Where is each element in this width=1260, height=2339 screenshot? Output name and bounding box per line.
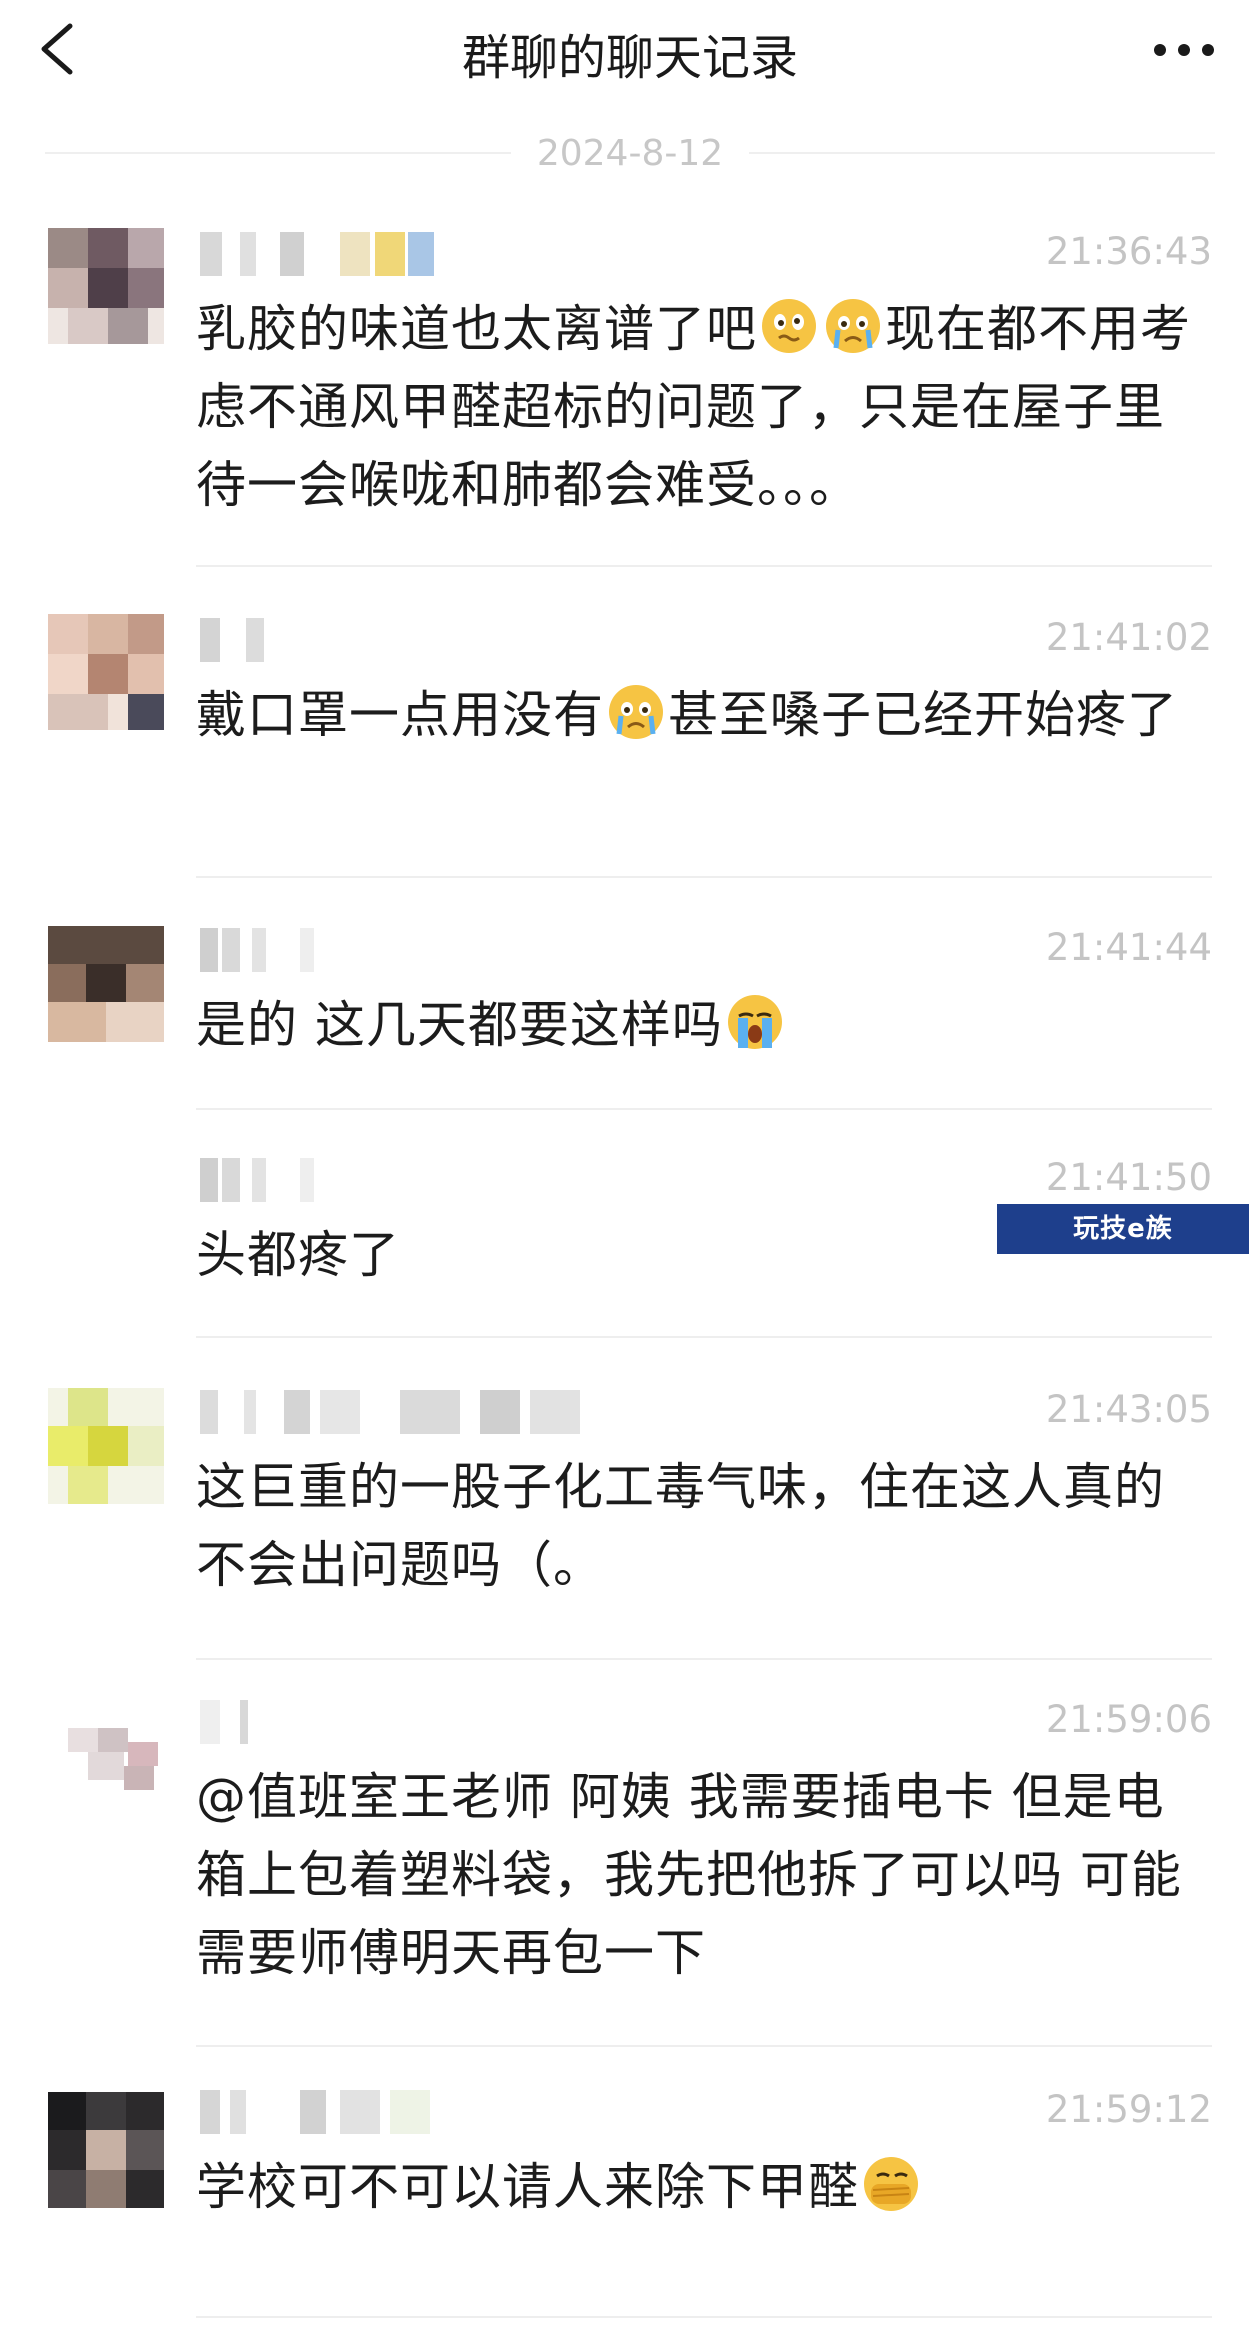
message-text[interactable]: 学校可不可以请人来除下甲醛 <box>196 2148 1212 2226</box>
sender-name-blurred <box>200 618 720 666</box>
message-text[interactable]: 戴口罩一点用没有 甚至嗓子已经开始疼了 <box>196 676 1212 754</box>
sender-name-blurred <box>200 1700 720 1748</box>
avatar[interactable] <box>48 1698 164 1814</box>
message-separator <box>196 2045 1212 2047</box>
avatar[interactable] <box>48 926 164 1042</box>
message-time: 21:36:43 <box>1045 230 1212 273</box>
avatar-blurred-image <box>48 926 164 1042</box>
message-separator <box>196 1336 1212 1338</box>
message-separator <box>196 565 1212 567</box>
chevron-left-icon <box>41 23 73 75</box>
date-divider: 2024-8-12 <box>0 133 1260 174</box>
loudly-crying-face-icon <box>727 995 782 1049</box>
avatar-blurred-image <box>48 228 164 344</box>
page-title: 群聊的聊天记录 <box>461 30 798 86</box>
avatar[interactable] <box>48 228 164 344</box>
avatar-blurred-image <box>48 1698 164 1814</box>
avatar[interactable] <box>48 1388 164 1504</box>
top-bar: 群聊的聊天记录 <box>0 0 1260 100</box>
message-time: 21:59:06 <box>1045 1698 1212 1741</box>
message-time: 21:43:05 <box>1045 1388 1212 1431</box>
face-palm-icon <box>864 2157 918 2211</box>
message-separator <box>196 876 1212 878</box>
message-item: 21:59:12 学校可不可以请人来除下甲醛 <box>0 2080 1260 2339</box>
watermark-text: 玩技e族 <box>1073 1214 1173 1244</box>
message-time: 21:59:12 <box>1045 2088 1212 2131</box>
message-text[interactable]: 是的 这几天都要这样吗 <box>196 986 1212 1064</box>
message-separator <box>196 1658 1212 1660</box>
message-text[interactable]: 这巨重的一股子化工毒气味，住在这人真的不会出问题吗（。 <box>196 1448 1212 1604</box>
message-item: 21:41:44 是的 这几天都要这样吗 <box>0 918 1260 1128</box>
watermark-badge: 玩技e族 <box>997 1204 1249 1254</box>
avatar[interactable] <box>48 2092 164 2208</box>
date-label: 2024-8-12 <box>510 133 750 174</box>
message-time: 21:41:02 <box>1045 616 1212 659</box>
sender-name-blurred <box>200 2090 720 2138</box>
sender-name-blurred <box>200 928 720 976</box>
crying-face-icon <box>826 299 880 353</box>
back-button[interactable] <box>30 14 90 84</box>
message-time: 21:41:50 <box>1045 1156 1212 1199</box>
message-time: 21:41:44 <box>1045 926 1212 969</box>
avatar-blurred-image <box>48 614 164 730</box>
message-separator <box>196 1108 1212 1110</box>
avatar-blurred-image <box>48 1388 164 1504</box>
more-button[interactable] <box>1144 20 1224 80</box>
woozy-face-icon <box>762 299 816 353</box>
message-separator <box>196 2316 1212 2318</box>
sender-name-blurred <box>200 232 720 280</box>
message-text[interactable]: @值班室王老师 阿姨 我需要插电卡 但是电箱上包着塑料袋，我先把他拆了可以吗 可… <box>196 1758 1212 1992</box>
message-item: 21:59:06 @值班室王老师 阿姨 我需要插电卡 但是电箱上包着塑料袋，我先… <box>0 1690 1260 2070</box>
message-item: 21:36:43 乳胶的味道也太离谱了吧 现在都不用考虑不通风甲醛超标的问题了，只… <box>0 222 1260 567</box>
avatar-blurred-image <box>48 2092 164 2208</box>
message-text[interactable]: 乳胶的味道也太离谱了吧 现在都不用考虑不通风甲醛超标的问题了，只是在屋子里待一会喉… <box>196 290 1212 524</box>
crying-face-icon <box>609 685 663 739</box>
sender-name-blurred <box>200 1390 800 1438</box>
sender-name-blurred <box>200 1158 720 1206</box>
avatar[interactable] <box>48 614 164 730</box>
message-item: 21:41:02 戴口罩一点用没有 甚至嗓子已经开始疼了 <box>0 608 1260 898</box>
more-dots-icon <box>1154 44 1214 56</box>
message-item: 21:43:05 这巨重的一股子化工毒气味，住在这人真的不会出问题吗（。 <box>0 1380 1260 1690</box>
